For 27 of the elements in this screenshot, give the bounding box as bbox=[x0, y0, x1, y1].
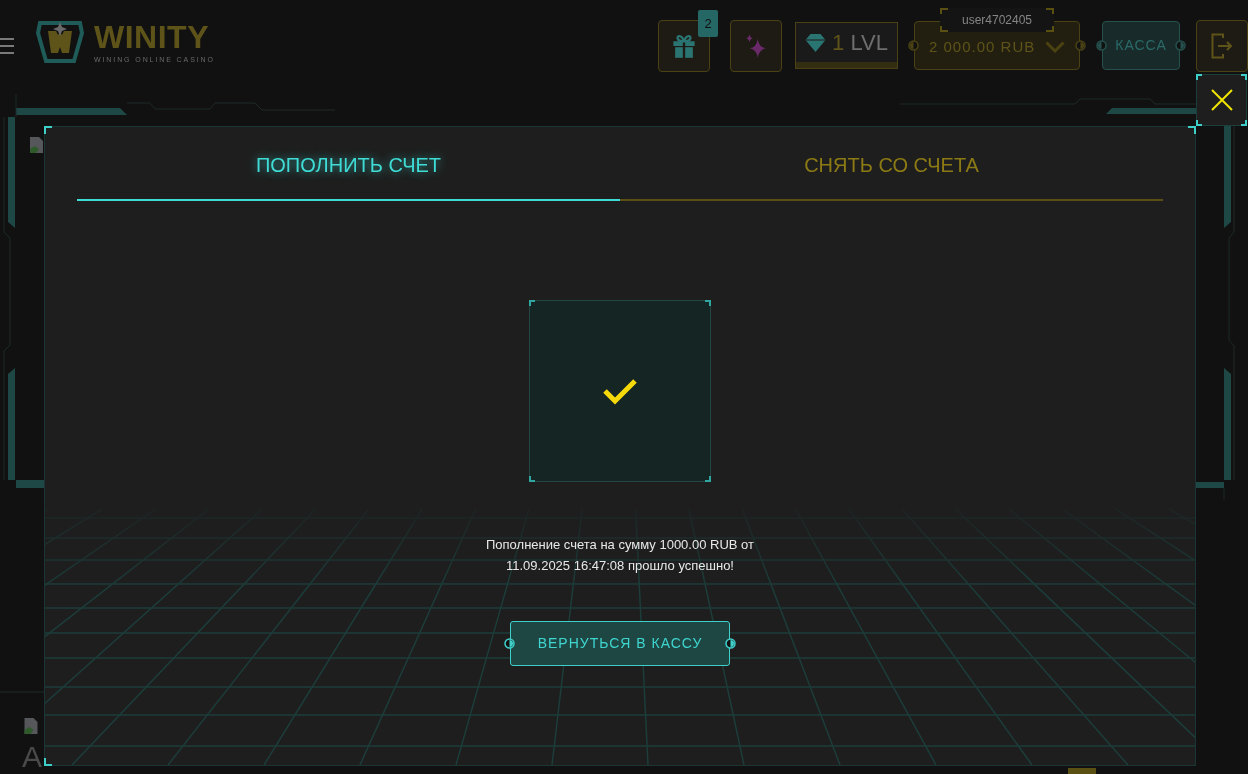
success-message: Пополнение счета на сумму 1000.00 RUB от 11.09.2025 16:47:08 прошло успешно! bbox=[485, 536, 755, 575]
username-label: user4702405 bbox=[940, 8, 1054, 32]
chevron-down-icon bbox=[1045, 40, 1065, 53]
modal-tab[interactable]: СНЯТЬ СО СЧЕТА bbox=[620, 127, 1163, 201]
close-icon bbox=[1210, 89, 1233, 111]
sparkle-icon bbox=[744, 33, 768, 59]
logout-icon bbox=[1211, 33, 1233, 59]
level-unit: LVL bbox=[850, 29, 888, 55]
connector-dot-icon bbox=[504, 638, 515, 649]
connector-dot-icon bbox=[1175, 40, 1186, 51]
broken-image-icon bbox=[30, 137, 43, 153]
logo-wordmark: WINITY bbox=[94, 21, 210, 52]
broken-image-icon bbox=[23, 718, 39, 734]
notification-badge: 2 bbox=[698, 10, 718, 37]
diamond-icon bbox=[805, 33, 827, 52]
gift-icon bbox=[672, 33, 696, 59]
heading-fragment: A bbox=[22, 742, 42, 772]
logo-icon bbox=[36, 21, 84, 64]
return-to-cashier-button[interactable]: ВЕРНУТЬСЯ В КАССУ bbox=[510, 621, 730, 666]
sparkle-button[interactable] bbox=[730, 20, 782, 72]
close-button[interactable] bbox=[1196, 74, 1247, 126]
connector-dot-icon bbox=[725, 638, 736, 649]
check-icon bbox=[602, 377, 638, 405]
connector-dot-icon bbox=[1096, 40, 1107, 51]
level-number: 1 bbox=[832, 29, 845, 55]
gift-button[interactable] bbox=[658, 20, 710, 72]
modal-tab[interactable]: ПОПОЛНИТЬ СЧЕТ bbox=[77, 127, 620, 201]
